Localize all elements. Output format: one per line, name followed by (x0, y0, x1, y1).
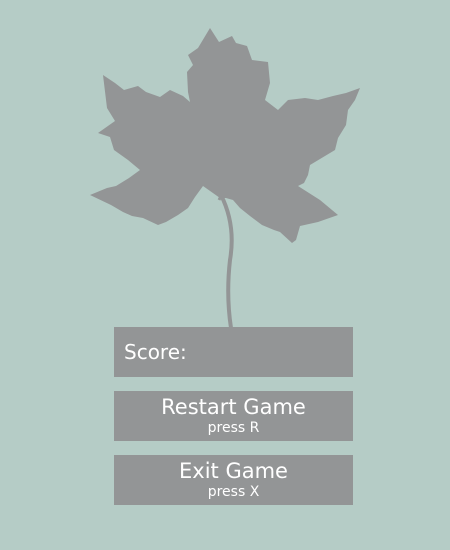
game-over-screen: Score: Restart Game press R Exit Game pr… (0, 0, 450, 550)
restart-game-button[interactable]: Restart Game press R (114, 391, 353, 441)
exit-game-hint: press X (207, 484, 260, 500)
maple-leaf-icon (90, 28, 360, 330)
exit-game-label: Exit Game (179, 459, 288, 483)
restart-game-hint: press R (207, 420, 260, 436)
score-panel: Score: (114, 327, 353, 377)
restart-game-label: Restart Game (161, 395, 306, 419)
score-label: Score: (124, 340, 187, 364)
exit-game-button[interactable]: Exit Game press X (114, 455, 353, 505)
